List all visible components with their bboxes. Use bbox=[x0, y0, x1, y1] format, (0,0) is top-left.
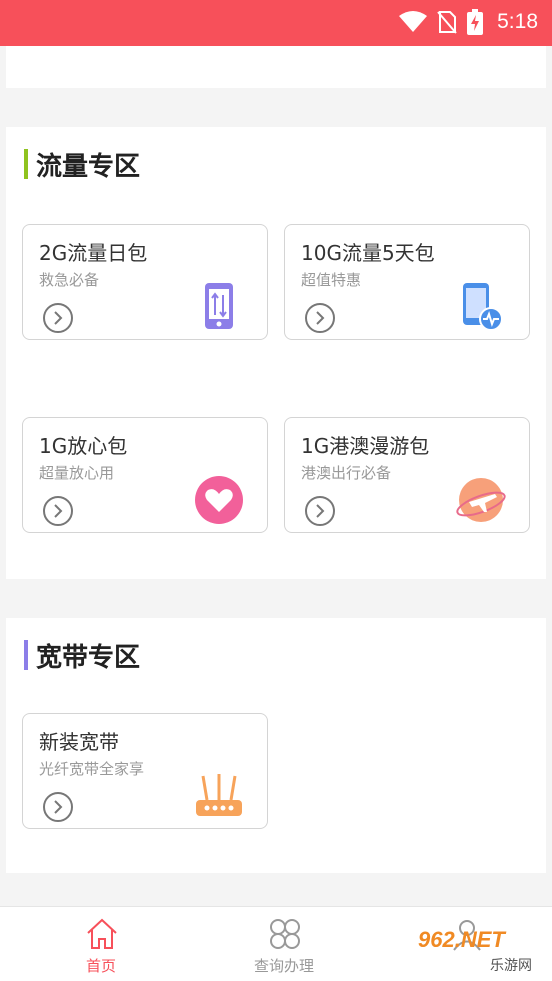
section-title: 宽带专区 bbox=[24, 638, 141, 673]
package-card-new-broadband[interactable]: 新装宽带 光纤宽带全家享 bbox=[22, 713, 268, 829]
phone-data-icon bbox=[205, 283, 233, 329]
package-card-1g-worry-free[interactable]: 1G放心包 超量放心用 bbox=[22, 417, 268, 533]
section-accent-bar bbox=[24, 640, 28, 670]
card-title: 1G港澳漫游包 bbox=[301, 434, 430, 458]
watermark-logo: 962.NET 乐游网 bbox=[414, 927, 548, 977]
arrow-right-icon[interactable] bbox=[43, 496, 73, 526]
card-title: 1G放心包 bbox=[39, 434, 128, 458]
package-card-2g-daily[interactable]: 2G流量日包 救急必备 bbox=[22, 224, 268, 340]
section-title-text: 宽带专区 bbox=[36, 642, 141, 673]
tab-home[interactable]: 首页 bbox=[36, 907, 166, 981]
arrow-right-icon[interactable] bbox=[43, 792, 73, 822]
grid-icon bbox=[270, 919, 300, 949]
watermark-subtext: 乐游网 bbox=[490, 958, 532, 974]
tab-query[interactable]: 查询办理 bbox=[219, 907, 349, 981]
home-icon bbox=[87, 918, 117, 949]
watermark-text: 962.NET bbox=[418, 927, 505, 952]
package-card-1g-hk-macau-roaming[interactable]: 1G港澳漫游包 港澳出行必备 bbox=[284, 417, 530, 533]
arrow-right-icon[interactable] bbox=[43, 303, 73, 333]
card-subtitle: 救急必备 bbox=[39, 271, 100, 289]
card-subtitle: 超量放心用 bbox=[39, 464, 115, 482]
plane-globe-icon bbox=[456, 478, 506, 522]
card-title: 2G流量日包 bbox=[39, 241, 148, 265]
card-subtitle: 光纤宽带全家享 bbox=[39, 760, 145, 778]
no-sim-icon bbox=[437, 11, 457, 34]
arrow-right-icon[interactable] bbox=[305, 496, 335, 526]
tab-label: 首页 bbox=[85, 957, 116, 975]
bottom-tab-bar: 首页 查询办理 962.NET 乐游网 bbox=[0, 906, 552, 981]
card-title: 10G流量5天包 bbox=[301, 241, 435, 265]
status-bar: 5:18 bbox=[0, 0, 552, 46]
broadband-section: 宽带专区 新装宽带 光纤宽带全家享 bbox=[6, 618, 546, 873]
section-title-text: 流量专区 bbox=[36, 151, 141, 182]
data-section: 流量专区 2G流量日包 救急必备 10G流量5天包 超值特惠 1G放心包 超量放… bbox=[6, 127, 546, 579]
card-subtitle: 超值特惠 bbox=[301, 271, 362, 289]
status-icons: 5:18 bbox=[399, 8, 538, 36]
section-accent-bar bbox=[24, 149, 28, 179]
heart-icon bbox=[195, 476, 243, 524]
card-subtitle: 港澳出行必备 bbox=[301, 464, 392, 482]
arrow-right-icon[interactable] bbox=[305, 303, 335, 333]
package-card-10g-5day[interactable]: 10G流量5天包 超值特惠 bbox=[284, 224, 530, 340]
phone-signal-icon bbox=[463, 283, 503, 331]
battery-charging-icon bbox=[467, 9, 484, 35]
status-time: 5:18 bbox=[497, 10, 538, 33]
wifi-icon bbox=[399, 11, 428, 32]
card-title: 新装宽带 bbox=[39, 730, 119, 754]
tab-label: 查询办理 bbox=[253, 957, 314, 975]
router-icon bbox=[196, 774, 242, 816]
section-title: 流量专区 bbox=[24, 147, 141, 182]
top-card bbox=[6, 46, 546, 88]
